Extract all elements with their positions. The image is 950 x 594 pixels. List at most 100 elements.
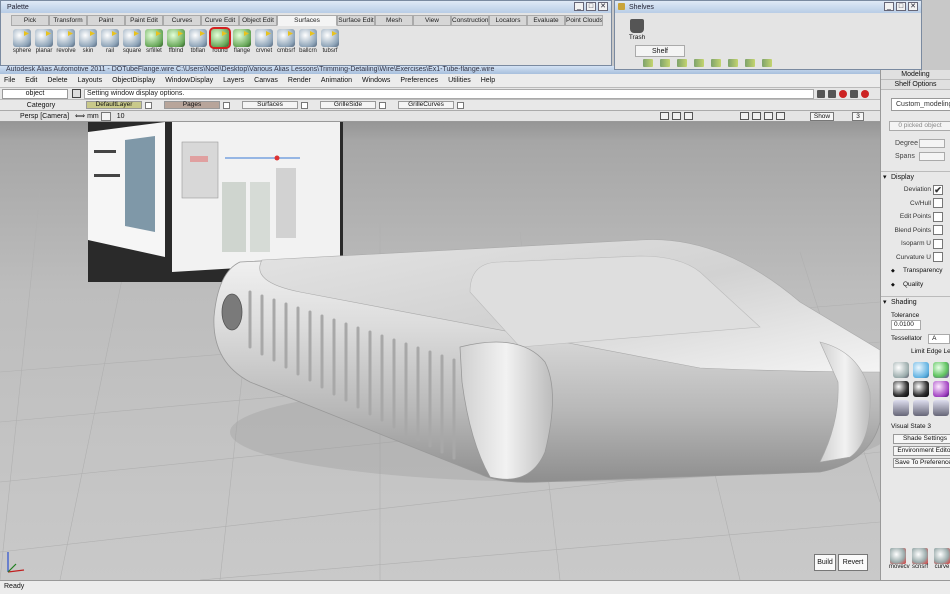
- editpoints-toggle[interactable]: Edit Points: [881, 210, 950, 224]
- transparency-subsection[interactable]: Transparency: [881, 264, 950, 278]
- curve-snap-icon[interactable]: [828, 89, 836, 98]
- shader-purple-icon[interactable]: [933, 381, 949, 397]
- tab-curves[interactable]: Curves: [163, 15, 201, 26]
- tool-tbflan[interactable]: tbflan: [187, 29, 209, 54]
- prompt-history-icon[interactable]: [72, 89, 81, 98]
- shelf-tool-icon[interactable]: [728, 59, 738, 67]
- shader-chrome-icon[interactable]: [913, 381, 929, 397]
- menu-render[interactable]: Render: [288, 77, 311, 84]
- shelf-tool-icon[interactable]: [745, 59, 755, 67]
- menu-delete[interactable]: Delete: [47, 77, 67, 84]
- tool-tubsrf[interactable]: tubsrf: [319, 29, 341, 54]
- shelf-tool-icon[interactable]: [660, 59, 670, 67]
- minimize-button[interactable]: _: [574, 2, 584, 11]
- tab-paint-edit[interactable]: Paint Edit: [125, 15, 163, 26]
- menu-objectdisplay[interactable]: ObjectDisplay: [112, 77, 155, 84]
- environment-editor-button[interactable]: Environment Editor: [893, 446, 950, 456]
- layer-visibility-box[interactable]: [457, 101, 464, 109]
- zoom-value[interactable]: 10: [117, 113, 125, 120]
- menu-animation[interactable]: Animation: [321, 77, 352, 84]
- camera-icon[interactable]: [660, 112, 669, 120]
- dolly-icon[interactable]: [672, 112, 681, 120]
- tab-pick[interactable]: Pick: [11, 15, 49, 26]
- menu-layouts[interactable]: Layouts: [78, 77, 103, 84]
- tool-movecv[interactable]: movecv: [889, 548, 910, 570]
- layer-visibility-box[interactable]: [379, 101, 386, 109]
- tool-scnsrf[interactable]: scnsrf: [911, 548, 929, 570]
- shelf-tool-icon[interactable]: [694, 59, 704, 67]
- tab-point-clouds[interactable]: Point Clouds: [565, 15, 603, 26]
- zoom-down-button[interactable]: [100, 111, 111, 121]
- modeling-header[interactable]: Modeling: [881, 70, 950, 80]
- tool-square[interactable]: square: [121, 29, 143, 54]
- shader-tile-icon[interactable]: [933, 400, 949, 416]
- tool-revolve[interactable]: revolve: [55, 29, 77, 54]
- close-button[interactable]: ✕: [598, 2, 608, 11]
- shading-section[interactable]: Shading: [881, 296, 950, 309]
- display-section[interactable]: Display: [881, 171, 950, 184]
- tool-flange[interactable]: flange: [231, 29, 253, 54]
- layer-visibility-box[interactable]: [301, 101, 308, 109]
- shader-dark-icon[interactable]: [893, 381, 909, 397]
- shader-tile-icon[interactable]: [913, 400, 929, 416]
- tessellator-field[interactable]: A: [928, 333, 950, 344]
- shelf-selector[interactable]: Custom_modeling: [891, 98, 950, 111]
- checkbox[interactable]: [933, 225, 943, 236]
- menu-utilities[interactable]: Utilities: [448, 77, 471, 84]
- fit-view-icon[interactable]: [740, 112, 749, 120]
- blendpoints-toggle[interactable]: Blend Points: [881, 224, 950, 238]
- construction-icon[interactable]: [850, 89, 858, 98]
- tool-crvnet[interactable]: crvnet: [253, 29, 275, 54]
- persp-viewport[interactable]: Persp [Camera] ⟺ mm 10 Show 3 Build Reve…: [0, 111, 880, 580]
- window-number[interactable]: 3: [852, 112, 864, 121]
- track-icon[interactable]: [684, 112, 693, 120]
- shelves-titlebar[interactable]: Shelves _ □ ✕: [615, 1, 921, 13]
- layer-defaultlayer[interactable]: DefaultLayer: [86, 101, 142, 109]
- checkbox[interactable]: [933, 211, 943, 222]
- tab-transform[interactable]: Transform: [49, 15, 87, 26]
- checkbox[interactable]: [933, 198, 943, 209]
- palette-titlebar[interactable]: Palette _ □ ✕: [1, 1, 611, 13]
- degree-field[interactable]: [919, 139, 945, 148]
- tool-sphere[interactable]: sphere: [11, 29, 33, 54]
- tool-round[interactable]: round: [209, 27, 231, 54]
- layer-grilleside[interactable]: GrilleSide: [320, 101, 376, 109]
- shelf-tool-icon[interactable]: [762, 59, 772, 67]
- deviation-toggle[interactable]: Deviation ✔: [881, 183, 950, 197]
- shelf-tool-icon[interactable]: [711, 59, 721, 67]
- shader-grey-icon[interactable]: [893, 362, 909, 378]
- frame-icon[interactable]: [752, 112, 761, 120]
- tab-surface-edit[interactable]: Surface Edit: [337, 15, 375, 26]
- maximize-window-icon[interactable]: [764, 112, 773, 120]
- prompt-line[interactable]: Setting window display options.: [84, 88, 814, 99]
- quality-subsection[interactable]: Quality: [881, 278, 950, 292]
- pick-mode-field[interactable]: object: [2, 88, 68, 99]
- tab-paint[interactable]: Paint: [87, 15, 125, 26]
- menu-layers[interactable]: Layers: [223, 77, 244, 84]
- shelf-tool-icon[interactable]: [643, 59, 653, 67]
- spans-field[interactable]: [919, 152, 945, 161]
- layer-grillecurves[interactable]: GrilleCurves: [398, 101, 454, 109]
- tool-rail[interactable]: rail: [99, 29, 121, 54]
- maximize-button[interactable]: □: [586, 2, 596, 11]
- checkbox[interactable]: [933, 252, 943, 263]
- shader-green-icon[interactable]: [933, 362, 949, 378]
- show-button[interactable]: Show: [810, 112, 834, 121]
- tolerance-field[interactable]: 0.0100: [891, 320, 921, 330]
- point-snap-icon[interactable]: [839, 89, 847, 98]
- layer-surfaces[interactable]: Surfaces: [242, 101, 298, 109]
- maximize-button[interactable]: □: [896, 2, 906, 11]
- menu-preferences[interactable]: Preferences: [400, 77, 438, 84]
- tab-curve-edit[interactable]: Curve Edit: [201, 15, 239, 26]
- tab-mesh[interactable]: Mesh: [375, 15, 413, 26]
- menu-file[interactable]: File: [4, 77, 15, 84]
- menu-help[interactable]: Help: [481, 77, 495, 84]
- record-icon[interactable]: [861, 89, 869, 98]
- shader-blue-icon[interactable]: [913, 362, 929, 378]
- tool-ballcrn[interactable]: ballcrn: [297, 29, 319, 54]
- tool-skin[interactable]: skin: [77, 29, 99, 54]
- grid-snap-icon[interactable]: [817, 89, 825, 98]
- tab-locators[interactable]: Locators: [489, 15, 527, 26]
- tab-shelf[interactable]: Shelf: [635, 45, 685, 57]
- build-button[interactable]: Build: [814, 554, 836, 571]
